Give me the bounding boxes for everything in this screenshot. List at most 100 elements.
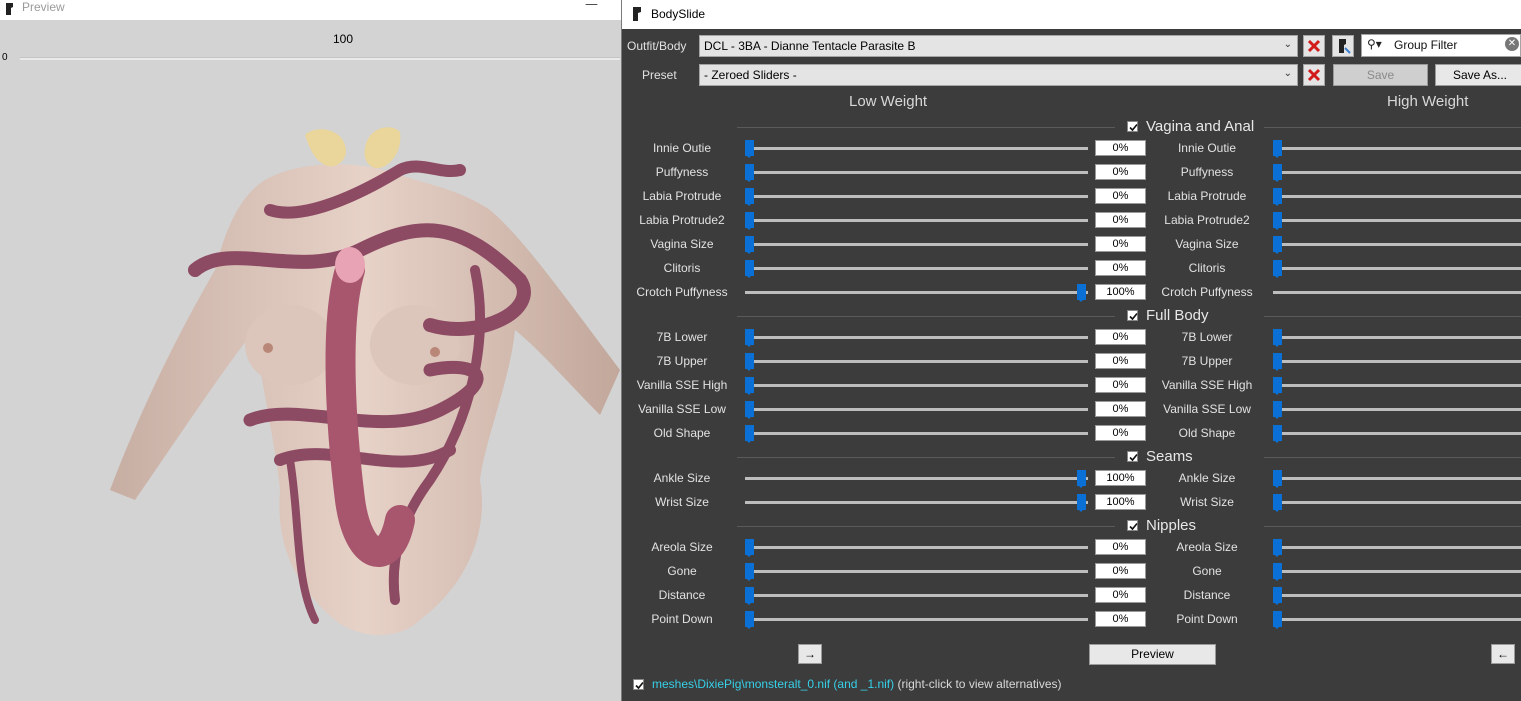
low-weight-slider-track[interactable] — [745, 267, 1088, 270]
high-weight-slider-thumb[interactable] — [1273, 563, 1282, 581]
low-weight-slider-thumb[interactable] — [745, 329, 754, 347]
low-weight-slider-track[interactable] — [745, 171, 1088, 174]
low-weight-slider-track[interactable] — [745, 336, 1088, 339]
high-weight-slider-thumb[interactable] — [1273, 494, 1282, 512]
low-weight-value-field[interactable]: 0% — [1095, 563, 1146, 579]
low-weight-value-field[interactable]: 0% — [1095, 353, 1146, 369]
outfit-body-dropdown[interactable]: DCL - 3BA - Dianne Tentacle Parasite B ⌄ — [699, 35, 1298, 57]
low-weight-value-field[interactable]: 0% — [1095, 401, 1146, 417]
low-weight-slider-thumb[interactable] — [1077, 494, 1086, 512]
low-weight-slider-thumb[interactable] — [745, 563, 754, 581]
save-as-button[interactable]: Save As... — [1435, 64, 1521, 86]
low-weight-slider-track[interactable] — [745, 195, 1088, 198]
low-weight-slider-track[interactable] — [745, 501, 1088, 504]
high-weight-slider-track[interactable] — [1273, 291, 1521, 294]
high-weight-slider-thumb[interactable] — [1273, 260, 1282, 278]
high-weight-slider-track[interactable] — [1273, 618, 1521, 621]
high-weight-slider-thumb[interactable] — [1273, 140, 1282, 158]
high-weight-slider-thumb[interactable] — [1273, 587, 1282, 605]
low-weight-value-field[interactable]: 0% — [1095, 188, 1146, 204]
low-weight-slider-track[interactable] — [745, 219, 1088, 222]
low-weight-slider-thumb[interactable] — [745, 401, 754, 419]
3d-body-preview-viewport[interactable] — [100, 120, 620, 700]
low-weight-value-field[interactable]: 0% — [1095, 587, 1146, 603]
high-weight-slider-thumb[interactable] — [1273, 353, 1282, 371]
low-weight-value-field[interactable]: 0% — [1095, 329, 1146, 345]
low-weight-slider-thumb[interactable] — [745, 236, 754, 254]
high-weight-slider-thumb[interactable] — [1273, 212, 1282, 230]
high-weight-slider-thumb[interactable] — [1273, 470, 1282, 488]
preview-titlebar[interactable]: Preview — — [0, 0, 621, 20]
low-weight-slider-track[interactable] — [745, 243, 1088, 246]
low-weight-slider-track[interactable] — [745, 291, 1088, 294]
high-weight-slider-track[interactable] — [1273, 171, 1521, 174]
low-weight-value-field[interactable]: 100% — [1095, 284, 1146, 300]
high-weight-slider-thumb[interactable] — [1273, 401, 1282, 419]
high-weight-slider-thumb[interactable] — [1273, 611, 1282, 629]
low-weight-value-field[interactable]: 0% — [1095, 212, 1146, 228]
category-checkbox[interactable] — [1127, 121, 1138, 132]
low-weight-value-field[interactable]: 0% — [1095, 425, 1146, 441]
preset-dropdown[interactable]: - Zeroed Sliders - ⌄ — [699, 64, 1298, 86]
preview-button[interactable]: Preview — [1089, 644, 1216, 665]
high-weight-slider-track[interactable] — [1273, 408, 1521, 411]
low-weight-slider-track[interactable] — [745, 570, 1088, 573]
high-weight-slider-track[interactable] — [1273, 195, 1521, 198]
low-weight-slider-thumb[interactable] — [745, 425, 754, 443]
high-weight-slider-thumb[interactable] — [1273, 329, 1282, 347]
high-weight-slider-track[interactable] — [1273, 219, 1521, 222]
high-weight-slider-thumb[interactable] — [1273, 236, 1282, 254]
mesh-checkbox[interactable] — [633, 679, 644, 690]
category-checkbox[interactable] — [1127, 520, 1138, 531]
high-weight-slider-track[interactable] — [1273, 432, 1521, 435]
low-weight-slider-track[interactable] — [745, 147, 1088, 150]
low-weight-value-field[interactable]: 0% — [1095, 236, 1146, 252]
save-button[interactable]: Save — [1333, 64, 1428, 86]
low-weight-slider-thumb[interactable] — [745, 539, 754, 557]
low-weight-value-field[interactable]: 0% — [1095, 260, 1146, 276]
high-weight-slider-track[interactable] — [1273, 336, 1521, 339]
low-weight-value-field[interactable]: 0% — [1095, 140, 1146, 156]
group-filter-input[interactable]: ⚲▾ Group Filter ✕ — [1361, 34, 1521, 57]
outfit-settings-button[interactable] — [1332, 35, 1354, 57]
low-weight-slider-track[interactable] — [745, 432, 1088, 435]
high-weight-slider-track[interactable] — [1273, 267, 1521, 270]
low-weight-value-field[interactable]: 100% — [1095, 494, 1146, 510]
category-checkbox[interactable] — [1127, 451, 1138, 462]
delete-preset-button[interactable] — [1303, 64, 1325, 86]
low-weight-slider-thumb[interactable] — [745, 260, 754, 278]
high-weight-slider-thumb[interactable] — [1273, 425, 1282, 443]
low-weight-slider-thumb[interactable] — [1077, 470, 1086, 488]
low-weight-value-field[interactable]: 100% — [1095, 470, 1146, 486]
category-checkbox[interactable] — [1127, 310, 1138, 321]
low-weight-slider-thumb[interactable] — [745, 188, 754, 206]
low-weight-slider-thumb[interactable] — [745, 212, 754, 230]
mesh-path-text[interactable]: meshes\DixiePig\monsteralt_0.nif (and _1… — [652, 677, 1062, 691]
low-weight-slider-thumb[interactable] — [745, 587, 754, 605]
low-weight-slider-thumb[interactable] — [745, 164, 754, 182]
low-weight-value-field[interactable]: 0% — [1095, 164, 1146, 180]
low-weight-slider-thumb[interactable] — [745, 377, 754, 395]
high-weight-slider-track[interactable] — [1273, 594, 1521, 597]
low-weight-slider-thumb[interactable] — [1077, 284, 1086, 302]
high-weight-slider-track[interactable] — [1273, 384, 1521, 387]
high-weight-slider-thumb[interactable] — [1273, 164, 1282, 182]
high-weight-slider-track[interactable] — [1273, 360, 1521, 363]
high-weight-slider-track[interactable] — [1273, 570, 1521, 573]
low-weight-slider-thumb[interactable] — [745, 353, 754, 371]
low-weight-value-field[interactable]: 0% — [1095, 611, 1146, 627]
high-weight-slider-thumb[interactable] — [1273, 539, 1282, 557]
mesh-path-link[interactable]: meshes\DixiePig\monsteralt_0.nif (and _1… — [652, 677, 894, 691]
low-weight-slider-track[interactable] — [745, 477, 1088, 480]
bodyslide-titlebar[interactable]: BodySlide — [622, 0, 1521, 29]
high-weight-slider-thumb[interactable] — [1273, 188, 1282, 206]
low-weight-slider-track[interactable] — [745, 408, 1088, 411]
low-weight-slider-track[interactable] — [745, 384, 1088, 387]
high-weight-slider-thumb[interactable] — [1273, 377, 1282, 395]
high-weight-slider-track[interactable] — [1273, 147, 1521, 150]
low-weight-slider-track[interactable] — [745, 594, 1088, 597]
low-weight-slider-thumb[interactable] — [745, 140, 754, 158]
delete-outfit-button[interactable] — [1303, 35, 1325, 57]
high-weight-slider-track[interactable] — [1273, 477, 1521, 480]
copy-low-to-high-button[interactable]: → — [798, 644, 822, 664]
